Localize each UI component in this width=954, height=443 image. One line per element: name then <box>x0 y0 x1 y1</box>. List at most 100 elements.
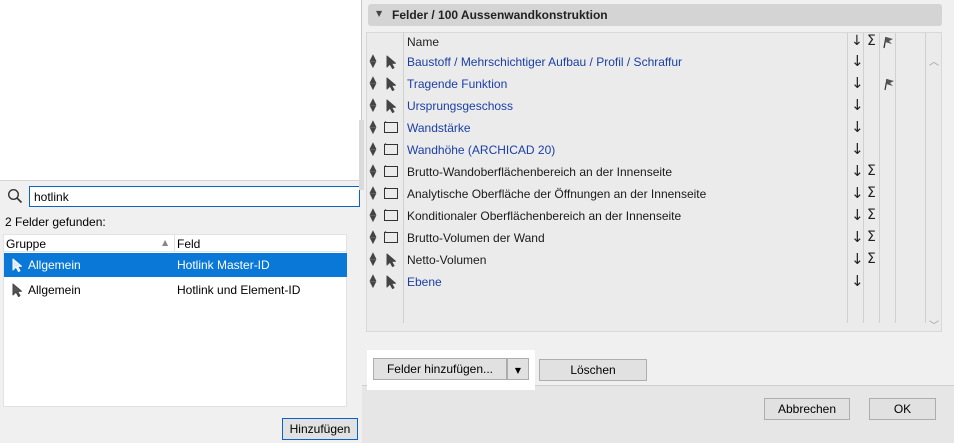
result-row[interactable]: Allgemein Hotlink und Element-ID <box>4 278 347 302</box>
field-label: Tragende Funktion <box>407 77 508 91</box>
field-row[interactable]: ▲ ▼ Ebene ↓ <box>367 271 927 293</box>
delete-button[interactable]: Löschen <box>539 359 647 381</box>
sort-arrow-icon[interactable]: ↓ <box>851 250 864 268</box>
sort-ascending-icon: ▲ <box>162 238 169 247</box>
box-icon <box>383 121 399 134</box>
result-row[interactable]: Allgemein Hotlink Master-ID <box>4 253 347 277</box>
sort-header-icon[interactable]: ↓ <box>851 33 863 49</box>
drag-handle-icon[interactable]: ▲ ▼ <box>369 186 377 202</box>
drag-handle-icon[interactable]: ▲ ▼ <box>369 230 377 246</box>
field-table-header: Name ↓ Σ <box>367 33 941 51</box>
drag-handle-icon[interactable]: ▲ ▼ <box>369 252 377 268</box>
field-label: Wandstärke <box>407 121 471 135</box>
box-icon <box>383 187 399 200</box>
sort-arrow-icon[interactable]: ↓ <box>851 140 864 158</box>
result-group: Allgemein <box>28 258 81 272</box>
sort-arrow-icon[interactable]: ↓ <box>851 206 864 224</box>
pointer-icon <box>384 77 398 91</box>
sum-icon[interactable]: Σ <box>867 207 876 223</box>
search-icon <box>7 188 23 204</box>
result-field: Hotlink Master-ID <box>177 258 270 272</box>
sort-arrow-icon[interactable]: ↓ <box>851 184 864 202</box>
field-search-panel: 2 Felder gefunden: Gruppe ▲ Feld Allgeme… <box>0 180 362 443</box>
pointer-icon <box>384 275 398 289</box>
field-row[interactable]: ▲ ▼ Baustoff / Mehrschichtiger Aufbau / Pr… <box>367 51 927 73</box>
add-button[interactable]: Hinzufügen <box>282 418 358 440</box>
field-label: Ursprungsgeschoss <box>407 99 514 113</box>
sort-arrow-icon[interactable]: ↓ <box>851 162 864 180</box>
field-row[interactable]: ▲ ▼ Wandstärke ↓ <box>367 117 927 139</box>
field-row[interactable]: ▲ ▼ Konditionaler Oberflächenbereich an de… <box>367 205 927 227</box>
scroll-down-icon[interactable]: ﹀ <box>929 317 939 332</box>
field-row[interactable]: ▲ ▼ Wandhöhe (ARCHICAD 20) ↓ <box>367 139 927 161</box>
field-label: Ebene <box>407 275 442 289</box>
drag-handle-icon[interactable]: ▲ ▼ <box>369 54 377 70</box>
add-fields-dropdown-button[interactable]: ▼ <box>507 358 529 380</box>
sort-arrow-icon[interactable]: ↓ <box>851 228 864 246</box>
flag-icon[interactable] <box>883 77 895 91</box>
field-row[interactable]: ▲ ▼ Brutto-Wandoberflächenbereich an der I… <box>367 161 927 183</box>
pointer-icon <box>10 258 22 272</box>
panel-scrollbar[interactable] <box>359 120 364 190</box>
section-title: Felder / 100 Aussenwandkonstruktion <box>392 8 608 22</box>
pointer-icon <box>384 55 398 69</box>
results-count: 2 Felder gefunden: <box>5 215 106 229</box>
sort-arrow-icon[interactable]: ↓ <box>851 96 864 114</box>
sort-arrow-icon[interactable]: ↓ <box>851 118 864 136</box>
drag-handle-icon[interactable]: ▲ ▼ <box>369 274 377 290</box>
column-header-name[interactable]: Name <box>407 35 439 49</box>
cancel-button[interactable]: Abbrechen <box>764 398 850 420</box>
sum-icon[interactable]: Σ <box>867 185 876 201</box>
box-icon <box>383 231 399 244</box>
field-label: Wandhöhe (ARCHICAD 20) <box>407 143 556 157</box>
result-list-header: Gruppe ▲ Feld <box>4 235 346 252</box>
sum-header-icon[interactable]: Σ <box>867 33 876 49</box>
pointer-icon <box>384 253 398 267</box>
dialog-footer <box>362 385 954 443</box>
drag-handle-icon[interactable]: ▲ ▼ <box>369 142 377 158</box>
field-row[interactable]: ▲ ▼ Tragende Funktion ↓ <box>367 73 927 95</box>
pointer-icon <box>10 283 22 297</box>
drag-handle-icon[interactable]: ▲ ▼ <box>369 98 377 114</box>
field-row[interactable]: ▲ ▼ Ursprungsgeschoss ↓ <box>367 95 927 117</box>
ok-button[interactable]: OK <box>869 398 936 420</box>
scroll-up-icon[interactable]: ︿ <box>929 53 939 68</box>
result-group: Allgemein <box>28 283 81 297</box>
chevron-down-icon: ▼ <box>514 366 522 375</box>
box-icon <box>383 165 399 178</box>
sort-arrow-icon[interactable]: ↓ <box>851 74 864 92</box>
field-row[interactable]: ▲ ▼ Analytische Oberfläche der Öffnungen a… <box>367 183 927 205</box>
add-fields-group: Felder hinzufügen... ▼ <box>367 350 535 390</box>
drag-handle-icon[interactable]: ▲ ▼ <box>369 208 377 224</box>
sum-icon[interactable]: Σ <box>867 229 876 245</box>
field-row[interactable]: ▲ ▼ Brutto-Volumen der Wand ↓ Σ <box>367 227 927 249</box>
field-label: Netto-Volumen <box>407 253 487 267</box>
column-header-field[interactable]: Feld <box>177 237 200 251</box>
field-label: Baustoff / Mehrschichtiger Aufbau / Prof… <box>407 55 683 69</box>
drag-handle-icon[interactable]: ▲ ▼ <box>369 76 377 92</box>
search-input[interactable] <box>29 186 360 207</box>
table-scrollbar[interactable]: ︿ ﹀ <box>927 51 941 332</box>
pointer-icon <box>384 99 398 113</box>
fields-section-header[interactable]: ▼ Felder / 100 Aussenwandkonstruktion <box>368 4 942 26</box>
schedule-fields-dialog: ▼ Felder / 100 Aussenwandkonstruktion Na… <box>361 0 954 443</box>
field-label: Brutto-Wandoberflächenbereich an der Inn… <box>407 165 673 179</box>
sum-icon[interactable]: Σ <box>867 251 876 267</box>
add-fields-button[interactable]: Felder hinzufügen... <box>373 358 507 380</box>
result-field: Hotlink und Element-ID <box>177 283 301 297</box>
field-label: Brutto-Volumen der Wand <box>407 231 545 245</box>
sort-arrow-icon[interactable]: ↓ <box>851 272 864 290</box>
sum-icon[interactable]: Σ <box>867 163 876 179</box>
drag-handle-icon[interactable]: ▲ ▼ <box>369 164 377 180</box>
column-header-group[interactable]: Gruppe <box>6 237 46 251</box>
sort-arrow-icon[interactable]: ↓ <box>851 52 864 70</box>
collapse-triangle-icon[interactable]: ▼ <box>376 9 382 18</box>
column-separator <box>174 235 175 251</box>
result-list: Gruppe ▲ Feld Allgemein Hotlink Master-ID… <box>3 234 347 407</box>
field-label: Analytische Oberfläche der Öffnungen an … <box>407 187 707 201</box>
field-row[interactable]: ▲ ▼ Netto-Volumen ↓ Σ <box>367 249 927 271</box>
field-table: Name ↓ Σ ▲ ▼ Baustoff / Mehrschichtiger Au… <box>366 32 942 332</box>
field-label: Konditionaler Oberflächenbereich an der … <box>407 209 682 223</box>
drag-handle-icon[interactable]: ▲ ▼ <box>369 120 377 136</box>
box-icon <box>383 143 399 156</box>
